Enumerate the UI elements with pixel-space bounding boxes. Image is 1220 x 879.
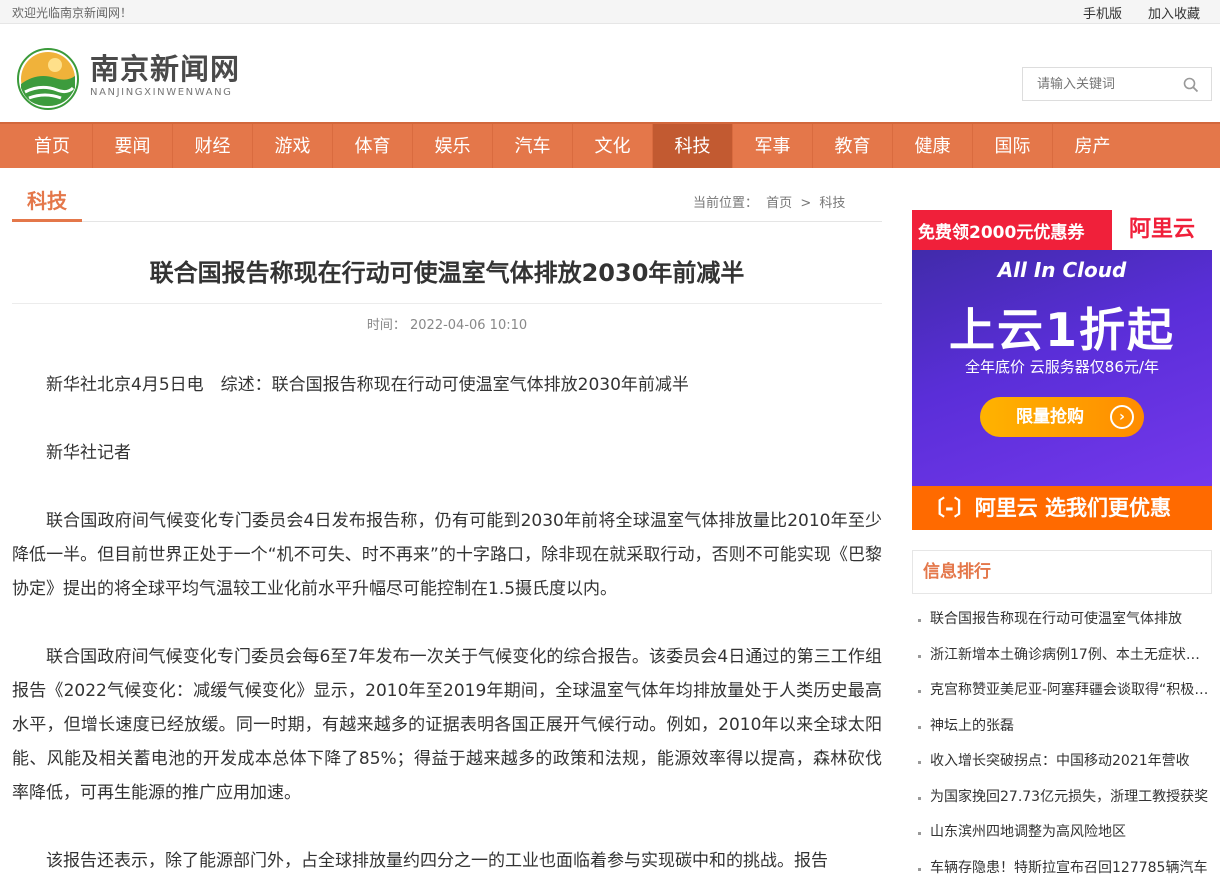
ranking-list: 联合国报告称现在行动可使温室气体排放 浙江新增本土确诊病例17例、本土无症状感染…	[912, 594, 1212, 879]
site-brand[interactable]: 南京新闻网 NANJINGXINWENWANG	[90, 52, 240, 98]
mobile-version-link[interactable]: 手机版	[1083, 3, 1122, 22]
ad-brand-text: 阿里云	[1112, 210, 1212, 250]
publish-time: 2022-04-06 10:10	[410, 318, 528, 333]
ad-cloud-slogan: All In Cloud	[997, 258, 1127, 282]
nav-list: 首页 要闻 财经 游戏 体育 娱乐 汽车 文化 科技 军事 教育 健康 国际 房…	[12, 124, 1132, 168]
title-divider	[12, 303, 882, 304]
article-paragraph: 新华社北京4月5日电 综述：联合国报告称现在行动可使温室气体排放2030年前减半	[46, 375, 689, 395]
nav-item-tech[interactable]: 科技	[652, 124, 732, 168]
welcome-text: 欢迎光临南京新闻网！	[12, 6, 133, 20]
nav-item-headlines[interactable]: 要闻	[92, 124, 172, 168]
section-title: 科技	[12, 182, 82, 222]
breadcrumb-home[interactable]: 首页	[766, 196, 792, 211]
breadcrumb-current[interactable]: 科技	[819, 196, 845, 211]
nav-item-culture[interactable]: 文化	[572, 124, 652, 168]
article-paragraph: 新华社记者	[46, 443, 131, 463]
ranking-title: 信息排行	[912, 550, 1212, 594]
article-meta: 时间： 2022-04-06 10:10	[12, 314, 882, 333]
ad-coupon-text: 免费领2000元优惠券	[918, 223, 1085, 243]
ad-bottom-strip: 〔-〕阿里云 选我们更优惠	[912, 486, 1212, 530]
site-logo-icon[interactable]	[17, 48, 79, 110]
breadcrumb: 当前位置： 首页 > 科技	[693, 192, 849, 211]
nav-item-education[interactable]: 教育	[812, 124, 892, 168]
nav-item-international[interactable]: 国际	[972, 124, 1052, 168]
search-box	[1022, 67, 1212, 101]
nav-item-games[interactable]: 游戏	[252, 124, 332, 168]
article-paragraph: 联合国政府间气候变化专门委员会每6至7年发布一次关于气候变化的综合报告。该委员会…	[12, 647, 882, 803]
aliyun-ad-banner[interactable]: 免费领2000元优惠券 阿里云 All In Cloud 上云1折起 全年底价 …	[912, 210, 1212, 530]
ad-headline: 上云1折起	[948, 303, 1175, 357]
nav-item-realestate[interactable]: 房产	[1052, 124, 1132, 168]
info-ranking: 信息排行 联合国报告称现在行动可使温室气体排放 浙江新增本土确诊病例17例、本土…	[912, 550, 1212, 879]
breadcrumb-separator: >	[800, 196, 812, 211]
ranking-item[interactable]: 浙江新增本土确诊病例17例、本土无症状感染者	[912, 638, 1212, 674]
ranking-item[interactable]: 克宫称赞亚美尼亚-阿塞拜疆会谈取得“积极进展”	[912, 673, 1212, 709]
nav-item-sports[interactable]: 体育	[332, 124, 412, 168]
nav-item-entertainment[interactable]: 娱乐	[412, 124, 492, 168]
ad-subline: 全年底价 云服务器仅86元/年	[965, 358, 1159, 376]
brand-name-cn: 南京新闻网	[90, 52, 241, 86]
search-input[interactable]	[1023, 68, 1183, 100]
section-header: 科技 当前位置： 首页 > 科技	[12, 178, 882, 222]
site-header: 南京新闻网 NANJINGXINWENWANG	[0, 24, 1220, 122]
ranking-item[interactable]: 联合国报告称现在行动可使温室气体排放	[912, 602, 1212, 638]
ad-buy-button[interactable]: 限量抢购 ›	[980, 397, 1144, 437]
top-links: 手机版 加入收藏	[1083, 3, 1200, 22]
search-icon[interactable]	[1183, 77, 1199, 93]
top-bar: 欢迎光临南京新闻网！ 手机版 加入收藏	[0, 0, 1220, 24]
ad-top-strip: 免费领2000元优惠券 阿里云	[912, 210, 1212, 250]
ranking-item[interactable]: 神坛上的张磊	[912, 709, 1212, 745]
chevron-right-icon: ›	[1110, 405, 1134, 429]
ad-buy-label: 限量抢购	[1016, 407, 1084, 427]
nav-item-home[interactable]: 首页	[12, 124, 92, 168]
ranking-item[interactable]: 收入增长突破拐点：中国移动2021年营收	[912, 744, 1212, 780]
breadcrumb-label: 当前位置：	[693, 196, 759, 211]
brand-name-en: NANJINGXINWENWANG	[90, 87, 233, 98]
ranking-item[interactable]: 为国家挽回27.73亿元损失，浙理工教授获奖	[912, 780, 1212, 816]
article-paragraph: 该报告还表示，除了能源部门外，占全球排放量约四分之一的工业也面临着参与实现碳中和…	[46, 851, 828, 871]
article-body: 新华社北京4月5日电 综述：联合国报告称现在行动可使温室气体排放2030年前减半…	[12, 368, 882, 879]
main-nav: 首页 要闻 财经 游戏 体育 娱乐 汽车 文化 科技 军事 教育 健康 国际 房…	[0, 122, 1220, 168]
nav-item-military[interactable]: 军事	[732, 124, 812, 168]
time-label: 时间：	[366, 318, 406, 333]
article-paragraph: 联合国政府间气候变化专门委员会4日发布报告称，仍有可能到2030年前将全球温室气…	[12, 511, 882, 599]
add-favorite-link[interactable]: 加入收藏	[1148, 3, 1200, 22]
ranking-item[interactable]: 车辆存隐患！特斯拉宣布召回127785辆汽车	[912, 851, 1212, 879]
nav-item-health[interactable]: 健康	[892, 124, 972, 168]
nav-item-auto[interactable]: 汽车	[492, 124, 572, 168]
ranking-item[interactable]: 山东滨州四地调整为高风险地区	[912, 815, 1212, 851]
nav-item-finance[interactable]: 财经	[172, 124, 252, 168]
article-title: 联合国报告称现在行动可使温室气体排放2030年前减半	[149, 259, 745, 287]
